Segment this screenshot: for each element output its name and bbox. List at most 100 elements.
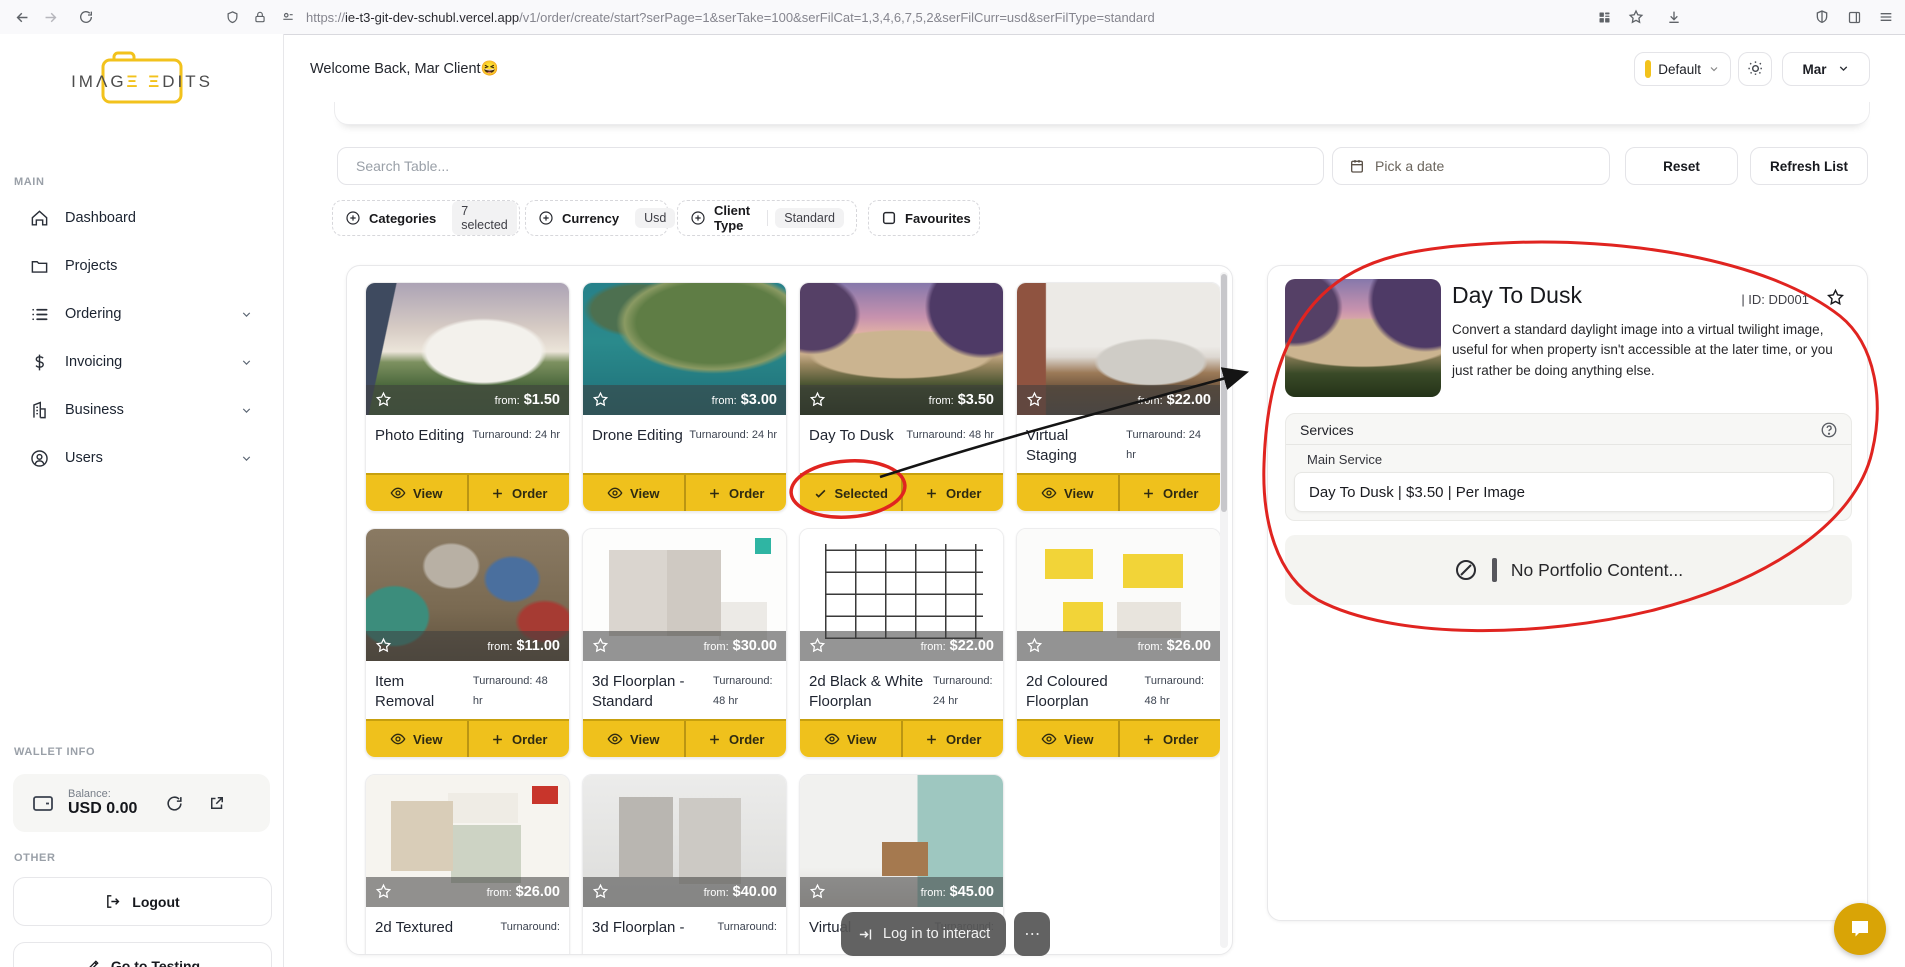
view-button[interactable]: View: [1017, 721, 1118, 757]
order-button[interactable]: Order: [903, 721, 1004, 757]
view-button[interactable]: View: [583, 721, 684, 757]
view-button[interactable]: View: [366, 721, 467, 757]
go-to-testing-label: Go to Testing: [111, 958, 200, 967]
wallet-refresh-icon[interactable]: [165, 794, 184, 813]
sidebar-item-dashboard[interactable]: Dashboard: [12, 196, 271, 240]
browser-downloads-icon[interactable]: [1660, 3, 1688, 31]
browser-sidebar-icon[interactable]: [1840, 3, 1868, 31]
service-turnaround: Turnaround: 48 hr: [1145, 672, 1211, 713]
favourite-star-icon[interactable]: [375, 391, 392, 409]
browser-back-icon[interactable]: [8, 3, 36, 31]
price-strip: from:$1.50: [366, 385, 569, 415]
favourite-star-icon[interactable]: [592, 637, 609, 655]
service-thumbnail: from:$26.00: [1017, 529, 1220, 661]
reset-button[interactable]: Reset: [1625, 147, 1738, 185]
sidebar-item-invoicing[interactable]: Invoicing: [12, 340, 271, 384]
main-service-item[interactable]: Day To Dusk | $3.50 | Per Image: [1294, 472, 1834, 512]
chat-fab-button[interactable]: [1834, 903, 1886, 955]
order-button[interactable]: Order: [1120, 475, 1221, 511]
date-picker-button[interactable]: Pick a date: [1332, 147, 1610, 185]
filter-chip-client-type[interactable]: Client Type Standard: [677, 200, 857, 236]
refresh-list-button[interactable]: Refresh List: [1750, 147, 1868, 185]
service-card-actions: View Order: [583, 719, 786, 757]
sidebar-item-projects[interactable]: Projects: [12, 244, 271, 288]
welcome-text: Welcome Back, Mar Client😆: [310, 60, 499, 77]
sidebar-item-ordering[interactable]: Ordering: [12, 292, 271, 336]
sidebar-item-business[interactable]: Business: [12, 388, 271, 432]
favourite-star-icon[interactable]: [1026, 391, 1043, 409]
price-strip: from:$45.00: [800, 877, 1003, 907]
favourite-star-icon[interactable]: [1026, 637, 1043, 655]
service-card-info: 2d Black & White Floorplan Turnaround: 2…: [800, 661, 1003, 719]
toast-more-button[interactable]: ⋯: [1014, 912, 1050, 956]
wallet-icon: [31, 791, 55, 815]
favourite-star-icon[interactable]: [592, 883, 609, 901]
app-logo[interactable]: IMΛGΞ ΞDITS: [62, 48, 222, 110]
go-to-testing-button[interactable]: Go to Testing: [13, 942, 272, 967]
view-button[interactable]: View: [1017, 475, 1118, 511]
logout-button[interactable]: Logout: [13, 877, 272, 926]
price-from-label: from:: [495, 395, 520, 407]
order-button[interactable]: Order: [469, 721, 570, 757]
workspace-avatar: [1645, 60, 1651, 78]
chat-icon: [1848, 917, 1872, 941]
help-icon[interactable]: [1820, 421, 1838, 439]
favourite-star-icon[interactable]: [809, 391, 826, 409]
order-button[interactable]: Order: [1120, 721, 1221, 757]
service-name: 2d Textured: [375, 918, 453, 955]
plus-icon: [924, 731, 939, 747]
grid-scrollbar-thumb[interactable]: [1221, 274, 1227, 512]
favourite-star-icon[interactable]: [809, 637, 826, 655]
favourite-star-icon[interactable]: [375, 637, 392, 655]
chevron-down-icon: [240, 450, 253, 466]
service-thumbnail: from:$30.00: [583, 529, 786, 661]
filter-chip-currency[interactable]: Currency Usd: [525, 200, 668, 236]
service-name: Item Removal: [375, 672, 467, 713]
wallet-external-link-icon[interactable]: [208, 794, 226, 812]
order-button[interactable]: Order: [903, 475, 1004, 511]
view-button[interactable]: View: [583, 475, 684, 511]
order-button[interactable]: Order: [686, 721, 787, 757]
order-button[interactable]: Order: [686, 475, 787, 511]
user-menu-dropdown[interactable]: Mar: [1782, 52, 1870, 86]
scrolled-card-edge: [334, 102, 1870, 125]
order-button[interactable]: Order: [469, 475, 570, 511]
filter-chip-favourites[interactable]: Favourites: [868, 200, 980, 236]
favourite-star-icon[interactable]: [1826, 288, 1845, 307]
service-thumbnail: from:$1.50: [366, 283, 569, 415]
search-input[interactable]: [354, 157, 1307, 175]
list-icon: [30, 305, 49, 324]
price-strip: from:$3.00: [583, 385, 786, 415]
sidebar-item-label: Dashboard: [65, 210, 136, 226]
login-toast-button[interactable]: Log in to interact: [841, 912, 1006, 956]
browser-permissions-icon[interactable]: [274, 3, 302, 31]
browser-forward-icon[interactable]: [36, 3, 64, 31]
workspace-dropdown[interactable]: Default: [1634, 52, 1731, 86]
favourite-star-icon[interactable]: [592, 391, 609, 409]
browser-shield-icon[interactable]: [218, 3, 246, 31]
service-detail-title: Day To Dusk: [1452, 282, 1582, 309]
theme-toggle-button[interactable]: [1738, 52, 1772, 86]
browser-bookmark-star-icon[interactable]: [1622, 3, 1650, 31]
grid-scrollbar[interactable]: [1220, 272, 1228, 948]
eye-icon: [607, 485, 623, 502]
url-bar[interactable]: https://ie-t3-git-dev-schubl.vercel.app/…: [306, 10, 1155, 25]
chip-value: Usd: [635, 208, 675, 228]
service-thumbnail: from:$45.00: [800, 775, 1003, 907]
price-value: $3.50: [958, 392, 994, 408]
filter-chip-categories[interactable]: Categories 7 selected: [332, 200, 520, 236]
browser-menu-icon[interactable]: [1872, 3, 1900, 31]
favourite-star-icon[interactable]: [809, 883, 826, 901]
favourite-star-icon[interactable]: [375, 883, 392, 901]
service-turnaround: Turnaround:: [717, 918, 777, 955]
browser-privacy-shield-icon[interactable]: [1808, 3, 1836, 31]
selected-button[interactable]: Selected: [800, 475, 901, 511]
browser-reload-icon[interactable]: [72, 3, 100, 31]
sidebar-item-users[interactable]: Users: [12, 436, 271, 480]
view-button[interactable]: View: [366, 475, 467, 511]
view-button[interactable]: View: [800, 721, 901, 757]
price-value: $30.00: [733, 638, 777, 654]
checkbox-icon[interactable]: [881, 210, 897, 227]
browser-extensions-icon[interactable]: [1590, 3, 1618, 31]
browser-lock-icon[interactable]: [246, 3, 274, 31]
